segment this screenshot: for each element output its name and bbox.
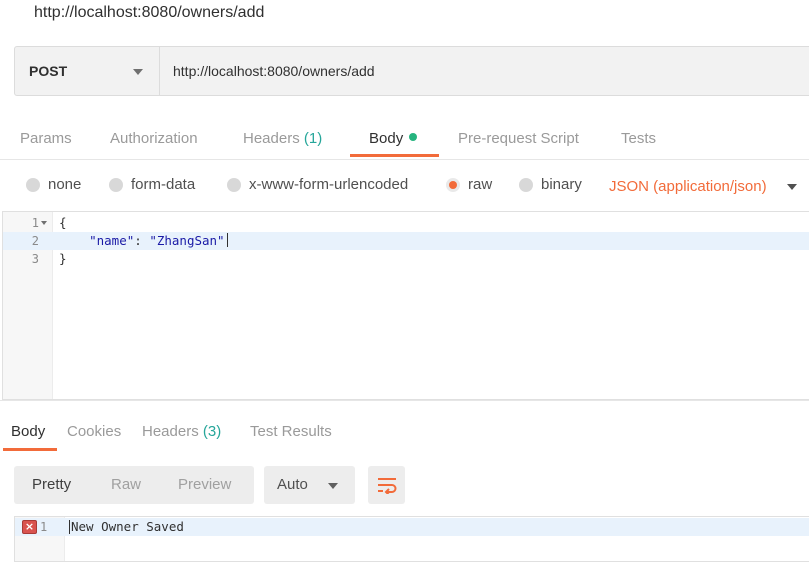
response-tab-test-results[interactable]: Test Results	[250, 423, 332, 440]
body-type-options: none form-data x-www-form-urlencoded raw…	[0, 170, 809, 204]
line-number: 3	[31, 252, 39, 266]
radio-binary[interactable]: binary	[519, 176, 582, 193]
tab-body-label: Body	[369, 130, 404, 147]
tab-headers[interactable]: Headers (1)	[243, 130, 322, 147]
chevron-down-icon	[328, 483, 338, 489]
response-headers-count: (3)	[202, 423, 222, 440]
editor-line: 3 }	[3, 250, 809, 268]
text-cursor	[226, 233, 228, 247]
radio-raw-label: raw	[468, 176, 493, 193]
chevron-down-icon	[133, 69, 143, 75]
json-key: "name"	[89, 233, 135, 248]
text-cursor	[69, 520, 70, 534]
radio-none-label: none	[48, 176, 82, 193]
language-select[interactable]: Auto	[264, 466, 355, 504]
response-format-group: Pretty Raw Preview	[14, 466, 254, 504]
wrap-lines-button[interactable]	[368, 466, 405, 504]
editor-line: 1 {	[3, 214, 809, 232]
response-tab-body[interactable]: Body	[11, 423, 45, 440]
line-number: 2	[31, 234, 39, 248]
response-line-number: 1	[40, 520, 48, 534]
format-preview-button[interactable]: Preview	[178, 476, 231, 493]
body-modified-dot	[409, 133, 418, 141]
code-text: }	[59, 251, 67, 266]
response-tab-headers-label: Headers	[142, 423, 199, 440]
radio-raw[interactable]: raw	[446, 176, 492, 193]
fold-arrow-icon[interactable]	[41, 221, 47, 225]
response-body-viewer[interactable]: × 1 New Owner Saved	[14, 516, 809, 562]
active-tab-indicator	[350, 154, 439, 157]
radio-circle	[227, 177, 241, 192]
radio-form-data[interactable]: form-data	[109, 176, 195, 193]
radio-circle	[109, 177, 123, 192]
wrap-lines-icon	[377, 478, 396, 494]
active-response-tab-indicator	[3, 448, 57, 451]
radio-circle	[519, 177, 533, 192]
editor-line-active: 2 "name": "ZhangSan"	[3, 232, 809, 250]
pane-divider[interactable]	[0, 400, 809, 401]
tab-body[interactable]: Body	[369, 130, 418, 147]
tab-authorization[interactable]: Authorization	[110, 130, 198, 147]
method-label: POST	[29, 63, 68, 79]
request-body-editor[interactable]: 1 { 2 "name": "ZhangSan" 3 }	[2, 211, 809, 400]
response-tab-cookies[interactable]: Cookies	[67, 423, 121, 440]
chevron-down-icon[interactable]	[787, 184, 797, 190]
tab-headers-label: Headers	[243, 130, 300, 147]
response-text: New Owner Saved	[71, 519, 184, 534]
radio-circle	[26, 177, 40, 192]
request-url-bar: POST	[14, 46, 809, 96]
format-raw-button[interactable]: Raw	[111, 476, 141, 493]
headers-count: (1)	[303, 130, 323, 147]
radio-binary-label: binary	[541, 176, 582, 193]
tab-tests[interactable]: Tests	[621, 130, 656, 147]
method-select[interactable]: POST	[15, 47, 160, 95]
tab-pre-request-script[interactable]: Pre-request Script	[458, 130, 579, 147]
language-select-label: Auto	[277, 476, 308, 493]
window-title: http://localhost:8080/owners/add	[34, 4, 265, 21]
url-input[interactable]	[160, 47, 809, 95]
json-value: "ZhangSan"	[149, 233, 225, 248]
radio-none[interactable]: none	[26, 176, 81, 193]
content-type-select[interactable]: JSON (application/json)	[609, 178, 767, 195]
radio-urlencoded[interactable]: x-www-form-urlencoded	[227, 176, 408, 193]
json-separator: :	[134, 233, 150, 248]
tab-params[interactable]: Params	[20, 130, 72, 147]
radio-form-data-label: form-data	[131, 176, 196, 193]
response-tabs: Body Cookies Headers (3) Test Results	[0, 412, 809, 452]
radio-circle-selected	[446, 177, 460, 192]
line-number: 1	[31, 216, 39, 230]
response-line: × 1 New Owner Saved	[15, 518, 809, 536]
radio-urlencoded-label: x-www-form-urlencoded	[249, 176, 409, 193]
response-tab-headers[interactable]: Headers (3)	[142, 423, 221, 440]
format-pretty-button[interactable]: Pretty	[32, 476, 71, 493]
code-text: "name": "ZhangSan"	[59, 232, 228, 250]
code-text: {	[59, 215, 67, 230]
error-icon[interactable]: ×	[22, 520, 37, 534]
